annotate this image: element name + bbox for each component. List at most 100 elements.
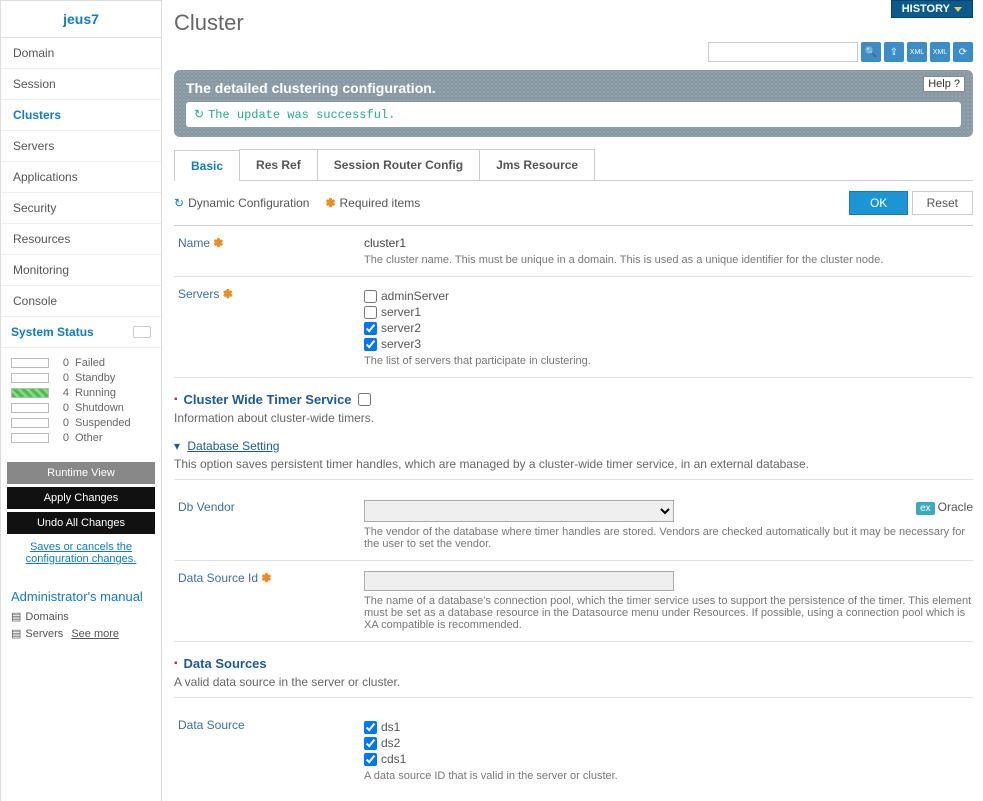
- search-icon[interactable]: 🔍: [861, 42, 881, 62]
- server-option-label: server1: [381, 305, 421, 319]
- servers-label: Servers ✽: [174, 287, 364, 367]
- export-icon[interactable]: ⇪: [884, 42, 904, 62]
- datasource-checkbox-cds1[interactable]: [364, 753, 377, 766]
- db-vendor-select[interactable]: [364, 500, 674, 522]
- data-sources-title: Data Sources: [184, 656, 267, 671]
- nav-item-clusters[interactable]: Clusters: [1, 100, 161, 131]
- asterisk-icon: ✽: [325, 196, 335, 210]
- name-value: cluster1: [364, 236, 973, 250]
- status-bar: [11, 418, 49, 428]
- server-checkbox-server3[interactable]: [364, 338, 377, 351]
- data-source-id-label: Data Source Id ✽: [174, 571, 364, 631]
- name-help: The cluster name. This must be unique in…: [364, 254, 973, 266]
- data-source-id-help: The name of a database's connection pool…: [364, 595, 973, 631]
- status-list: 0 Failed 0 Standby 4Running 0Shutdown 0Suspend…: [1, 348, 161, 453]
- datasource-checkbox-ds1[interactable]: [364, 721, 377, 734]
- timer-section-title: Cluster Wide Timer Service: [184, 392, 352, 407]
- datasource-option-cds1: cds1: [364, 752, 973, 766]
- datasource-checkbox-ds2[interactable]: [364, 737, 377, 750]
- server-option-server3: server3: [364, 337, 973, 351]
- nav-item-servers[interactable]: Servers: [1, 131, 161, 162]
- name-label: Name ✽: [174, 236, 364, 266]
- data-source-id-row: Data Source Id ✽ The name of a database'…: [174, 561, 973, 642]
- page-title: Cluster: [174, 10, 973, 36]
- status-row-running: 4Running: [11, 387, 151, 399]
- ok-button[interactable]: OK: [849, 191, 908, 215]
- dynamic-config-legend: ↻ Dynamic Configuration: [174, 196, 309, 210]
- name-row: Name ✽ cluster1 The cluster name. This m…: [174, 226, 973, 277]
- status-row-suspended: 0Suspended: [11, 417, 151, 429]
- manual-link-servers[interactable]: ▤ServersSee more: [11, 627, 151, 640]
- success-icon: ↻: [194, 107, 204, 122]
- server-option-server1: server1: [364, 305, 973, 319]
- nav-item-applications[interactable]: Applications: [1, 162, 161, 193]
- legend-row: ↻ Dynamic Configuration ✽ Required items…: [174, 191, 973, 215]
- nav-item-security[interactable]: Security: [1, 193, 161, 224]
- status-row-failed: 0 Failed: [11, 357, 151, 369]
- chevron-down-icon: [954, 7, 962, 12]
- nav-item-resources[interactable]: Resources: [1, 224, 161, 255]
- refresh-icon[interactable]: ⟳: [953, 42, 973, 62]
- xml-up-icon[interactable]: XML: [907, 42, 927, 62]
- status-label: Shutdown: [75, 402, 124, 414]
- tabs: BasicRes RefSession Router ConfigJms Res…: [174, 149, 973, 181]
- server-option-label: server3: [381, 337, 421, 351]
- data-source-help: A data source ID that is valid in the se…: [364, 770, 973, 782]
- status-bar: [11, 433, 49, 443]
- undo-all-changes-button[interactable]: Undo All Changes: [7, 512, 155, 534]
- data-source-label: Data Source: [174, 718, 364, 782]
- servers-row: Servers ✽ adminServerserver1server2serve…: [174, 277, 973, 378]
- nav-item-console[interactable]: Console: [1, 286, 161, 317]
- status-count: 0: [55, 432, 69, 444]
- save-cancel-note[interactable]: Saves or cancels the configuration chang…: [7, 537, 155, 575]
- history-button[interactable]: HISTORY: [891, 0, 973, 18]
- database-setting-toggle[interactable]: ▾ Database Setting: [174, 439, 973, 453]
- tab-basic[interactable]: Basic: [174, 150, 240, 181]
- manual-section: Administrator's manual ▤Domains ▤ServersS…: [1, 581, 161, 652]
- search-input[interactable]: [708, 42, 858, 62]
- system-status-header[interactable]: System Status: [1, 317, 161, 348]
- manual-link-domains[interactable]: ▤Domains: [11, 610, 151, 623]
- status-label: Running: [75, 387, 116, 399]
- sidebar-title[interactable]: jeus7: [1, 1, 161, 38]
- timer-section-checkbox[interactable]: [358, 393, 371, 406]
- nav-item-domain[interactable]: Domain: [1, 38, 161, 69]
- status-label: Standby: [75, 372, 115, 384]
- xml-down-icon[interactable]: XML: [930, 42, 950, 62]
- tab-jms-resource[interactable]: Jms Resource: [479, 149, 595, 180]
- db-vendor-help: The vendor of the database where timer h…: [364, 526, 973, 550]
- required-legend: ✽ Required items: [325, 196, 420, 210]
- db-vendor-row: Db Vendor exOracle The vendor of the dat…: [174, 490, 973, 561]
- data-sources-help: A valid data source in the server or clu…: [174, 675, 973, 698]
- collapse-arrow-icon: ▾: [174, 439, 180, 453]
- book-icon: ▤: [11, 610, 21, 623]
- timer-section-help: Information about cluster-wide timers.: [174, 411, 973, 425]
- datasource-option-label: ds2: [381, 736, 400, 750]
- datasource-option-label: ds1: [381, 720, 400, 734]
- timer-section-head: ▪ Cluster Wide Timer Service: [174, 392, 973, 407]
- status-bar: [11, 373, 49, 383]
- status-label: Failed: [75, 357, 105, 369]
- status-row-shutdown: 0Shutdown: [11, 402, 151, 414]
- data-source-id-input[interactable]: [364, 571, 674, 591]
- tab-res-ref[interactable]: Res Ref: [239, 149, 318, 180]
- server-checkbox-adminServer[interactable]: [364, 290, 377, 303]
- see-more-link[interactable]: See more: [71, 628, 119, 640]
- manual-title: Administrator's manual: [11, 589, 151, 604]
- nav-item-monitoring[interactable]: Monitoring: [1, 255, 161, 286]
- reset-button[interactable]: Reset: [912, 191, 973, 215]
- sidebar: jeus7 DomainSessionClustersServersApplic…: [0, 0, 162, 801]
- section-bullet-icon: ▪: [174, 394, 178, 405]
- status-bar: [11, 358, 49, 368]
- runtime-view-button[interactable]: Runtime View: [7, 462, 155, 484]
- status-label: Suspended: [75, 417, 131, 429]
- apply-changes-button[interactable]: Apply Changes: [7, 487, 155, 509]
- status-count: 0: [55, 357, 69, 369]
- server-checkbox-server1[interactable]: [364, 306, 377, 319]
- db-vendor-hint: exOracle: [916, 500, 973, 514]
- toolbar: 🔍 ⇪ XML XML ⟳: [174, 42, 973, 62]
- server-checkbox-server2[interactable]: [364, 322, 377, 335]
- nav-item-session[interactable]: Session: [1, 69, 161, 100]
- tab-session-router-config[interactable]: Session Router Config: [317, 149, 480, 180]
- help-button[interactable]: Help ?: [923, 76, 965, 92]
